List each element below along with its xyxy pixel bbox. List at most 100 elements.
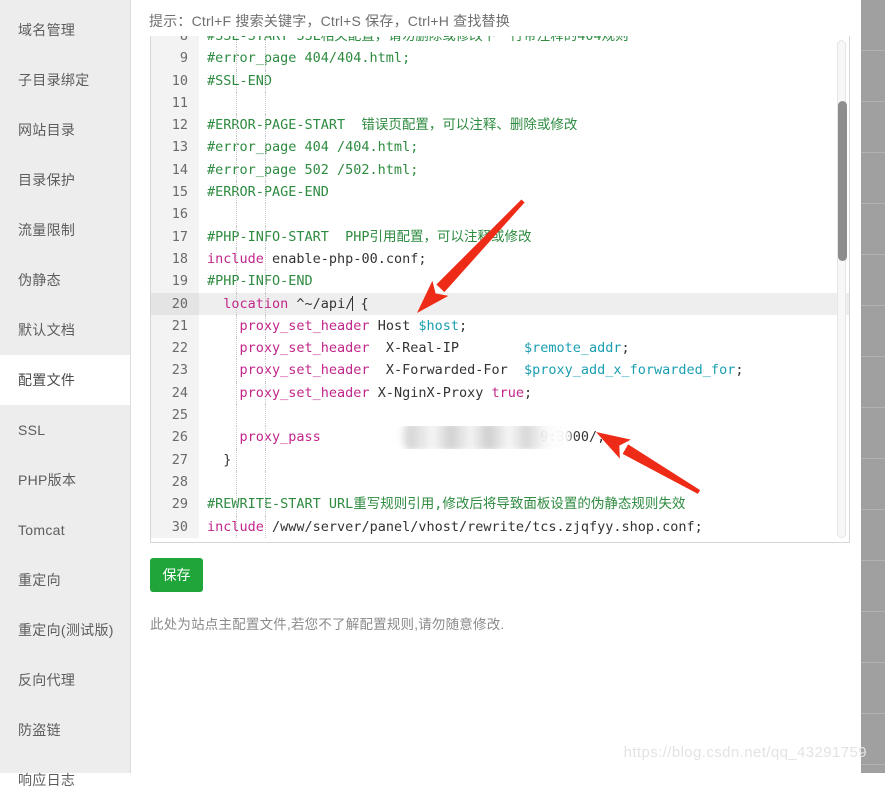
code-line[interactable]: 16 xyxy=(151,203,849,226)
save-button[interactable]: 保存 xyxy=(150,558,203,592)
code-line[interactable]: 30 include /www/server/panel/vhost/rewrit… xyxy=(151,515,849,538)
code-area[interactable]: 8 #SSL-START SSL相关配置，请勿删除或修改下一行带注释的404规则 9… xyxy=(151,36,849,538)
line-text[interactable]: #error_page 404/404.html; xyxy=(199,47,849,70)
line-text[interactable] xyxy=(199,91,849,115)
indent-guide xyxy=(236,337,237,360)
indent-guide xyxy=(265,493,266,516)
code-token: $remote_addr xyxy=(524,340,622,357)
sidebar-item-2[interactable]: 子目录绑定 xyxy=(0,55,130,105)
line-text[interactable]: proxy_set_header X-Real-IP $remote_addr; xyxy=(199,337,849,360)
code-line[interactable]: 25 xyxy=(151,404,849,427)
config-file-editor[interactable]: 8 #SSL-START SSL相关配置，请勿删除或修改下一行带注释的404规则 9… xyxy=(150,36,850,543)
sidebar-item-11[interactable]: Tomcat xyxy=(0,505,130,555)
code-line[interactable]: 23 proxy_set_header X-Forwarded-For $pro… xyxy=(151,359,849,382)
line-text[interactable] xyxy=(199,470,849,494)
line-number: 24 xyxy=(151,381,199,405)
code-line[interactable]: 21 proxy_set_header Host $host; xyxy=(151,314,849,338)
sidebar-item-9[interactable]: SSL xyxy=(0,405,130,455)
editor-scrollbar-thumb[interactable] xyxy=(838,101,847,261)
line-text[interactable]: #error_page 404 /404.html; xyxy=(199,136,849,159)
code-line[interactable]: 24 proxy_set_header X-NginX-Proxy true; xyxy=(151,381,849,405)
code-line[interactable]: 29 #REWRITE-START URL重写规则引用,修改后将导致面板设置的伪静… xyxy=(151,493,849,516)
code-token: X-Forwarded-For xyxy=(369,362,524,379)
sidebar-item-13[interactable]: 重定向(测试版) xyxy=(0,605,130,655)
code-line[interactable]: 19 #PHP-INFO-END xyxy=(151,270,849,293)
sidebar-item-5[interactable]: 流量限制 xyxy=(0,205,130,255)
sidebar-item-label: PHP版本 xyxy=(18,472,77,488)
right-panel-row xyxy=(861,765,885,773)
sidebar-item-10[interactable]: PHP版本 xyxy=(0,455,130,505)
line-text[interactable]: } xyxy=(199,448,849,471)
sidebar-item-label: Tomcat xyxy=(18,522,65,538)
line-text[interactable]: #SSL-START SSL相关配置，请勿删除或修改下一行带注释的404规则 xyxy=(199,36,849,48)
sidebar-item-16[interactable]: 响应日志 xyxy=(0,755,130,805)
right-panel-row xyxy=(861,306,885,357)
code-token: ; xyxy=(524,384,533,401)
code-token: proxy_set_header xyxy=(239,340,370,357)
code-line[interactable]: 27 } xyxy=(151,448,849,471)
line-text[interactable]: proxy_pass 9:3000/; xyxy=(199,426,849,449)
indent-guide xyxy=(236,493,237,516)
code-line[interactable]: 18 include enable-php-00.conf; xyxy=(151,247,849,271)
sidebar-item-1[interactable]: 域名管理 xyxy=(0,5,130,55)
sidebar-item-3[interactable]: 网站目录 xyxy=(0,105,130,155)
sidebar-item-14[interactable]: 反向代理 xyxy=(0,655,130,705)
sidebar-item-12[interactable]: 重定向 xyxy=(0,555,130,605)
indent-guide xyxy=(236,381,237,405)
indent-guide xyxy=(236,36,237,48)
line-text[interactable]: #SSL-END xyxy=(199,69,849,92)
code-token: #error_page 502 /502.html; xyxy=(207,161,419,178)
line-text[interactable]: proxy_set_header Host $host; xyxy=(199,314,849,338)
code-line[interactable]: 15 #ERROR-PAGE-END xyxy=(151,181,849,204)
sidebar-item-label: 重定向(测试版) xyxy=(18,622,114,638)
sidebar-item-label: 目录保护 xyxy=(18,172,76,188)
indent-guide xyxy=(265,359,266,382)
line-text[interactable]: location ^~/api/ { xyxy=(199,292,849,315)
line-text[interactable]: #PHP-INFO-END xyxy=(199,270,849,293)
code-line[interactable]: 20 location ^~/api/ { xyxy=(151,292,849,315)
line-text[interactable]: #ERROR-PAGE-END xyxy=(199,181,849,204)
code-line[interactable]: 9 #error_page 404/404.html; xyxy=(151,47,849,70)
right-edge-panel xyxy=(861,0,885,773)
right-panel-row xyxy=(861,408,885,459)
code-line[interactable]: 10 #SSL-END xyxy=(151,69,849,92)
code-token: Host xyxy=(369,317,419,334)
editor-vertical-scrollbar[interactable] xyxy=(837,40,847,538)
code-token: #REWRITE-START URL重写规则引用,修改后将导致面板设置的伪静态规… xyxy=(207,496,686,513)
code-line[interactable]: 14 #error_page 502 /502.html; xyxy=(151,158,849,182)
line-text[interactable] xyxy=(199,203,849,226)
sidebar-item-6[interactable]: 伪静态 xyxy=(0,255,130,305)
line-text[interactable]: #ERROR-PAGE-START 错误页配置，可以注释、删除或修改 xyxy=(199,114,849,137)
line-text[interactable]: #REWRITE-START URL重写规则引用,修改后将导致面板设置的伪静态规… xyxy=(199,493,849,516)
line-text[interactable]: #error_page 502 /502.html; xyxy=(199,158,849,182)
code-token: { xyxy=(352,295,369,312)
indent-guide xyxy=(236,225,237,248)
code-token: #ERROR-PAGE-END xyxy=(207,184,329,201)
line-text[interactable]: proxy_set_header X-NginX-Proxy true; xyxy=(199,381,849,405)
line-text[interactable]: include enable-php-00.conf; xyxy=(199,247,849,271)
line-text[interactable]: proxy_set_header X-Forwarded-For $proxy_… xyxy=(199,359,849,382)
line-text[interactable] xyxy=(199,404,849,427)
sidebar-item-15[interactable]: 防盗链 xyxy=(0,705,130,755)
indent-guide xyxy=(236,91,237,115)
sidebar-item-8[interactable]: 配置文件 xyxy=(0,355,130,405)
editor-footnote: 此处为站点主配置文件,若您不了解配置规则,请勿随意修改. xyxy=(150,617,505,632)
indent-guide xyxy=(265,36,266,48)
code-line[interactable]: 26 proxy_pass 9:3000/; xyxy=(151,426,849,449)
code-line[interactable]: 28 xyxy=(151,470,849,494)
line-number: 21 xyxy=(151,314,199,338)
line-text[interactable]: #PHP-INFO-START PHP引用配置，可以注释或修改 xyxy=(199,225,849,248)
code-line[interactable]: 17 #PHP-INFO-START PHP引用配置，可以注释或修改 xyxy=(151,225,849,248)
code-line[interactable]: 11 xyxy=(151,91,849,115)
indent-guide xyxy=(236,470,237,494)
sidebar-item-7[interactable]: 默认文档 xyxy=(0,305,130,355)
code-line[interactable]: 8 #SSL-START SSL相关配置，请勿删除或修改下一行带注释的404规则 xyxy=(151,36,849,48)
line-text[interactable]: include /www/server/panel/vhost/rewrite/… xyxy=(199,515,849,538)
sidebar-item-4[interactable]: 目录保护 xyxy=(0,155,130,205)
code-line[interactable]: 13 #error_page 404 /404.html; xyxy=(151,136,849,159)
indent-guide xyxy=(236,69,237,92)
code-line[interactable]: 22 proxy_set_header X-Real-IP $remote_ad… xyxy=(151,337,849,360)
code-line[interactable]: 12 #ERROR-PAGE-START 错误页配置，可以注释、删除或修改 xyxy=(151,114,849,137)
